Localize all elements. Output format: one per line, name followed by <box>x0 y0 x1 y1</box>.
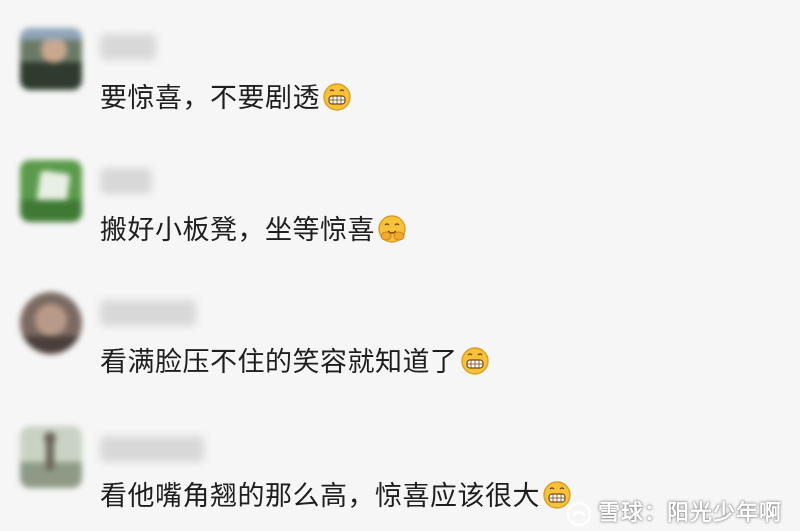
watermark-text: 雪球：阳光少年啊 <box>597 501 782 526</box>
watermark: 雪球：阳光少年啊 <box>566 495 782 527</box>
user-avatar[interactable] <box>20 426 82 488</box>
grinning-emoji-icon <box>460 346 489 375</box>
username-blurred[interactable] <box>100 34 156 60</box>
username-blurred[interactable] <box>100 168 152 194</box>
grinning-emoji-icon <box>323 82 351 111</box>
comment-text-4: 看他嘴角翘的那么高，惊喜应该很大 <box>100 474 572 513</box>
user-avatar[interactable] <box>20 28 82 90</box>
user-avatar[interactable] <box>20 160 82 222</box>
username-blurred[interactable] <box>100 300 196 326</box>
user-avatar[interactable] <box>20 292 82 354</box>
comment-text-1: 要惊喜，不要剧透 <box>100 76 352 115</box>
comment-text-2: 搬好小板凳，坐等惊喜 <box>100 208 407 247</box>
xueqiu-logo-icon <box>566 501 592 527</box>
comment-text-3: 看满脸压不住的笑容就知道了 <box>100 340 490 379</box>
hug-emoji-icon <box>378 214 406 243</box>
username-blurred[interactable] <box>100 436 204 462</box>
